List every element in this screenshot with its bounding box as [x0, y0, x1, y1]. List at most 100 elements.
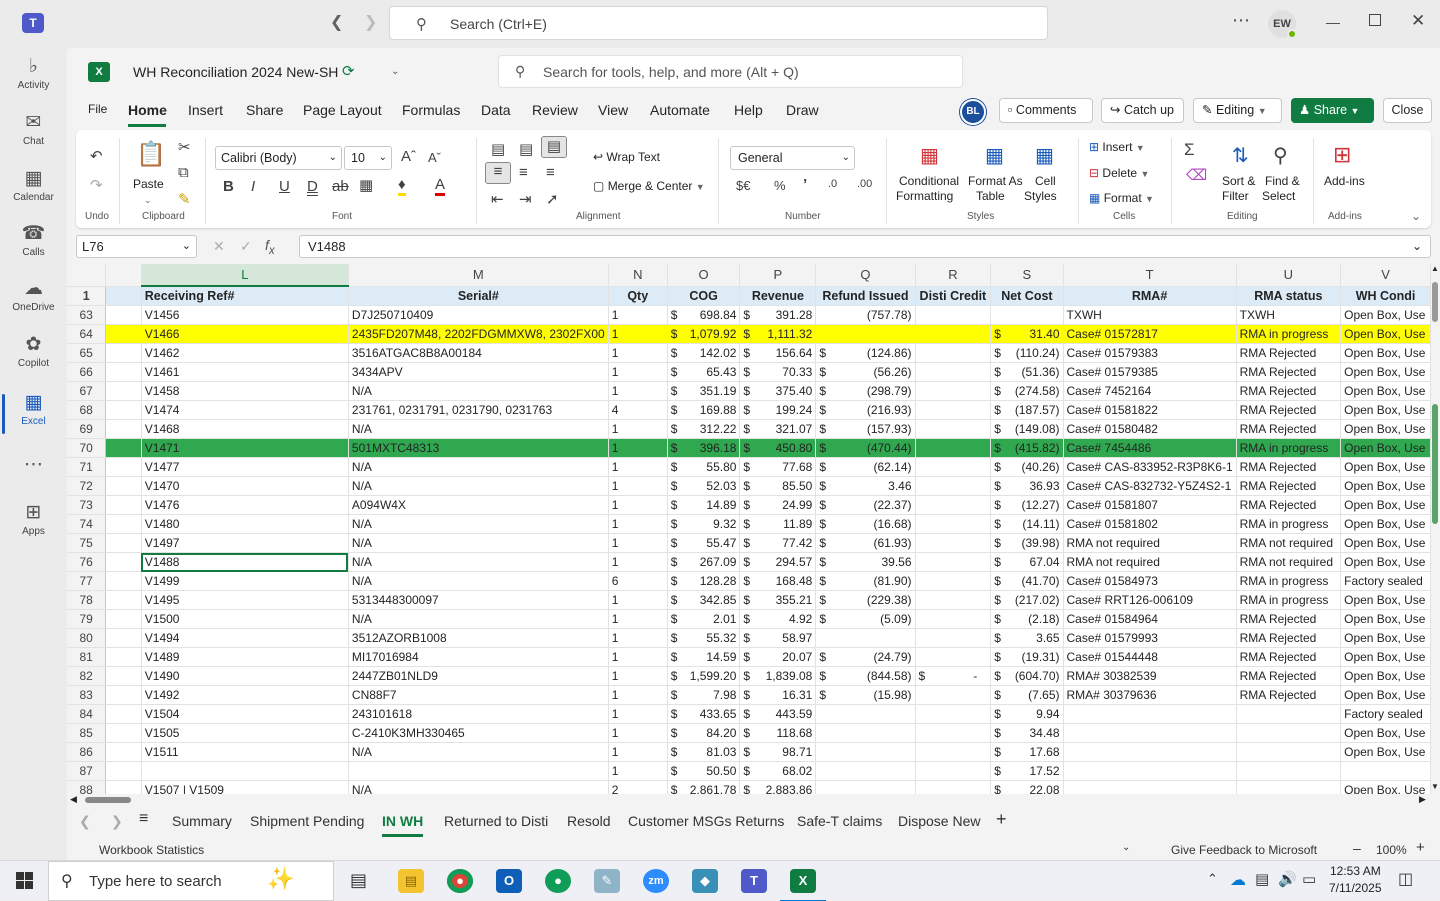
- column-header-u[interactable]: U: [1236, 264, 1342, 287]
- receiving-ref-cell[interactable]: V1489: [141, 647, 349, 667]
- rma-status-cell[interactable]: RMA in progress: [1236, 324, 1342, 344]
- revenue-cell[interactable]: $391.28: [739, 305, 817, 325]
- qty-cell[interactable]: 1: [608, 647, 668, 667]
- cog-cell[interactable]: $396.18: [667, 438, 741, 458]
- cog-cell[interactable]: $9.32: [667, 514, 741, 534]
- revenue-cell[interactable]: $20.07: [739, 647, 817, 667]
- disti-credit-cell[interactable]: [915, 381, 992, 401]
- rail-onedrive[interactable]: ☁ OneDrive: [0, 276, 67, 332]
- revenue-cell[interactable]: $24.99: [739, 495, 817, 515]
- cell-k[interactable]: [105, 343, 142, 363]
- column-title-cell[interactable]: Serial#: [348, 286, 609, 306]
- net-cost-cell[interactable]: [990, 305, 1064, 325]
- qty-cell[interactable]: 1: [608, 381, 668, 401]
- minimize-icon[interactable]: —: [1326, 14, 1340, 30]
- cell-k[interactable]: [105, 419, 142, 439]
- row-number[interactable]: 66: [67, 362, 107, 382]
- net-cost-cell[interactable]: $ (41.70): [990, 571, 1064, 591]
- rma-number-cell[interactable]: [1063, 704, 1237, 724]
- sheet-tab-in-wh[interactable]: IN WH: [382, 813, 424, 837]
- collaborator-avatar[interactable]: BL: [960, 99, 986, 125]
- disti-credit-cell[interactable]: $ -: [915, 666, 992, 686]
- chrome-icon[interactable]: ●: [447, 869, 473, 893]
- format-as-table-button[interactable]: Format As: [968, 174, 1023, 188]
- serial-cell[interactable]: N/A: [348, 552, 609, 572]
- disti-credit-cell[interactable]: [915, 704, 992, 724]
- receiving-ref-cell[interactable]: V1492: [141, 685, 349, 705]
- select-all-corner[interactable]: [67, 264, 107, 287]
- revenue-cell[interactable]: $1,111.32: [739, 324, 817, 344]
- refund-issued-cell[interactable]: [815, 324, 916, 344]
- tools-search-input[interactable]: ⚲ Search for tools, help, and more (Alt …: [498, 55, 963, 88]
- disti-credit-cell[interactable]: [915, 362, 992, 382]
- qty-cell[interactable]: 1: [608, 685, 668, 705]
- rma-number-cell[interactable]: Case# CAS-832732-Y5Z4S2-1: [1063, 476, 1237, 496]
- rma-status-cell[interactable]: RMA Rejected: [1236, 381, 1342, 401]
- cell-k[interactable]: [105, 514, 142, 534]
- copy-icon[interactable]: ⧉: [178, 164, 189, 181]
- qty-cell[interactable]: 1: [608, 552, 668, 572]
- receiving-ref-cell[interactable]: V1499: [141, 571, 349, 591]
- wh-condition-cell[interactable]: Open Box, Use: [1340, 514, 1431, 534]
- row-number[interactable]: 85: [67, 723, 107, 743]
- qty-cell[interactable]: 1: [608, 704, 668, 724]
- row-number[interactable]: 65: [67, 343, 107, 363]
- decrease-indent-icon[interactable]: ⇤: [491, 190, 504, 208]
- rma-status-cell[interactable]: [1236, 780, 1342, 794]
- receiving-ref-cell[interactable]: [141, 761, 349, 781]
- rma-status-cell[interactable]: RMA in progress: [1236, 514, 1342, 534]
- row-number[interactable]: 88: [67, 780, 107, 794]
- cog-cell[interactable]: $50.50: [667, 761, 741, 781]
- receiving-ref-cell[interactable]: V1494: [141, 628, 349, 648]
- row-number[interactable]: 64: [67, 324, 107, 344]
- rail-activity[interactable]: ♭ Activity: [0, 54, 67, 110]
- column-header-l[interactable]: L: [141, 264, 349, 287]
- disti-credit-cell[interactable]: [915, 647, 992, 667]
- rma-number-cell[interactable]: Case# 01581807: [1063, 495, 1237, 515]
- wh-condition-cell[interactable]: Open Box, Use: [1340, 590, 1431, 610]
- align-center-icon[interactable]: ≡: [519, 164, 528, 181]
- cog-cell[interactable]: $81.03: [667, 742, 741, 762]
- cell-k[interactable]: [105, 457, 142, 477]
- rma-number-cell[interactable]: Case# 7452164: [1063, 381, 1237, 401]
- cell-k[interactable]: [105, 438, 142, 458]
- cog-cell[interactable]: $351.19: [667, 381, 741, 401]
- cell-styles-button[interactable]: Cell: [1035, 174, 1056, 188]
- disti-credit-cell[interactable]: [915, 780, 992, 794]
- align-bottom-icon[interactable]: ▤: [541, 136, 567, 158]
- rail-chat[interactable]: ✉ Chat: [0, 110, 67, 166]
- rma-status-cell[interactable]: [1236, 704, 1342, 724]
- title-chevron-down-icon[interactable]: ⌄: [391, 66, 399, 77]
- format-painter-icon[interactable]: ✎: [178, 190, 191, 208]
- refund-issued-cell[interactable]: $ (5.09): [815, 609, 916, 629]
- receiving-ref-cell[interactable]: V1477: [141, 457, 349, 477]
- chrome-profile-icon[interactable]: ●: [545, 869, 571, 893]
- receiving-ref-cell[interactable]: V1462: [141, 343, 349, 363]
- ribbon-expand-chevron-icon[interactable]: ⌄: [1411, 209, 1421, 223]
- rma-status-cell[interactable]: RMA Rejected: [1236, 362, 1342, 382]
- qty-cell[interactable]: 6: [608, 571, 668, 591]
- serial-cell[interactable]: 501MXTC48313: [348, 438, 609, 458]
- serial-cell[interactable]: 3516ATGAC8B8A00184: [348, 343, 609, 363]
- rma-status-cell[interactable]: RMA in progress: [1236, 438, 1342, 458]
- wh-condition-cell[interactable]: Open Box, Use: [1340, 305, 1431, 325]
- refund-issued-cell[interactable]: $ (844.58): [815, 666, 916, 686]
- receiving-ref-cell[interactable]: V1471: [141, 438, 349, 458]
- refund-issued-cell[interactable]: $39.56: [815, 552, 916, 572]
- increase-font-icon[interactable]: Aˆ: [401, 148, 416, 165]
- serial-cell[interactable]: C-2410K3MH330465: [348, 723, 609, 743]
- refund-issued-cell[interactable]: $ (15.98): [815, 685, 916, 705]
- taskbar-search-input[interactable]: ⚲ Type here to search ✨: [48, 861, 334, 901]
- rma-status-cell[interactable]: RMA in progress: [1236, 590, 1342, 610]
- qty-cell[interactable]: 1: [608, 590, 668, 610]
- cell-k[interactable]: [105, 723, 142, 743]
- qty-cell[interactable]: 1: [608, 628, 668, 648]
- font-name-select[interactable]: Calibri (Body) ⌄: [215, 146, 342, 170]
- rma-number-cell[interactable]: [1063, 761, 1237, 781]
- cog-cell[interactable]: $342.85: [667, 590, 741, 610]
- disti-credit-cell[interactable]: [915, 723, 992, 743]
- net-cost-cell[interactable]: $36.93: [990, 476, 1064, 496]
- rma-number-cell[interactable]: Case# 01579993: [1063, 628, 1237, 648]
- cog-cell[interactable]: $7.98: [667, 685, 741, 705]
- cell-k[interactable]: [105, 381, 142, 401]
